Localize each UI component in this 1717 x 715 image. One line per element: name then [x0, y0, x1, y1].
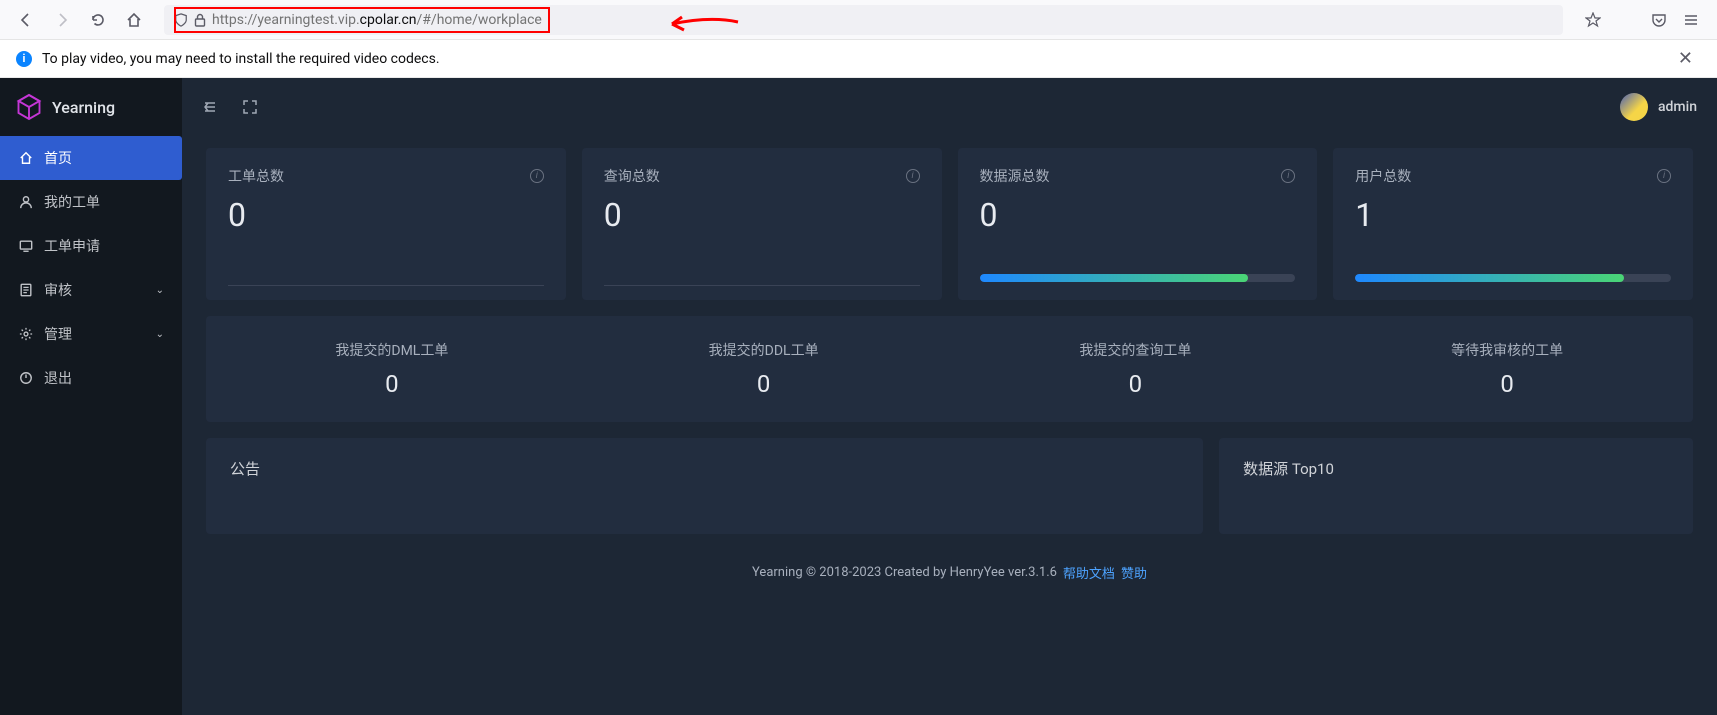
logout-icon — [18, 370, 34, 386]
footer: Yearning © 2018-2023 Created by HenryYee… — [206, 550, 1693, 594]
substat-label: 等待我审核的工单 — [1451, 340, 1563, 360]
stat-card-total-sources: 数据源总数 i 0 — [958, 148, 1318, 300]
info-icon[interactable]: i — [906, 169, 920, 183]
browser-toolbar: https://yearningtest.vip.cpolar.cn/#/hom… — [0, 0, 1717, 40]
home-button[interactable] — [120, 6, 148, 34]
forward-button[interactable] — [48, 6, 76, 34]
donate-link[interactable]: 赞助 — [1121, 563, 1147, 582]
stat-title: 用户总数 — [1355, 166, 1411, 186]
substat-row: 我提交的DML工单 0 我提交的DDL工单 0 我提交的查询工单 0 等待我审核… — [206, 316, 1693, 422]
topbar: admin — [182, 78, 1717, 136]
sidebar-item-home[interactable]: 首页 — [0, 136, 182, 180]
sidebar-item-label: 审核 — [44, 280, 72, 300]
username: admin — [1658, 99, 1697, 115]
stat-card-total-users: 用户总数 i 1 — [1333, 148, 1693, 300]
stat-title: 查询总数 — [604, 166, 660, 186]
chevron-down-icon: ⌄ — [156, 285, 164, 296]
info-icon[interactable]: i — [1281, 169, 1295, 183]
info-icon: i — [16, 51, 32, 67]
progress-bar — [980, 274, 1296, 282]
clipboard-icon — [18, 282, 34, 298]
user-menu[interactable]: admin — [1620, 93, 1697, 121]
home-icon — [18, 150, 34, 166]
bookmark-star-icon[interactable] — [1579, 6, 1607, 34]
sidebar-item-label: 首页 — [44, 148, 72, 168]
content: 工单总数 i 0 查询总数 i 0 数据源总数 i 0 用户总数 i 1 — [182, 136, 1717, 715]
stat-card-total-queries: 查询总数 i 0 — [582, 148, 942, 300]
avatar — [1620, 93, 1648, 121]
pocket-icon[interactable] — [1645, 6, 1673, 34]
sidebar-item-audit[interactable]: 审核 ⌄ — [0, 268, 182, 312]
url-text: https://yearningtest.vip.cpolar.cn/#/hom… — [212, 12, 542, 28]
substat-query: 我提交的查询工单 0 — [950, 316, 1322, 422]
stat-title: 工单总数 — [228, 166, 284, 186]
lock-icon — [194, 13, 206, 27]
substat-audit: 等待我审核的工单 0 — [1321, 316, 1693, 422]
app-menu-icon[interactable] — [1677, 6, 1705, 34]
stat-value: 0 — [228, 196, 544, 234]
sidebar-item-label: 退出 — [44, 368, 72, 388]
info-icon[interactable]: i — [530, 169, 544, 183]
app: Yearning 首页 我的工单 工单申请 审核 ⌄ 管理 — [0, 78, 1717, 715]
stat-card-total-orders: 工单总数 i 0 — [206, 148, 566, 300]
sidebar-item-label: 工单申请 — [44, 236, 100, 256]
menu: 首页 我的工单 工单申请 审核 ⌄ 管理 ⌄ 退出 — [0, 136, 182, 715]
sidebar-item-label: 我的工单 — [44, 192, 100, 212]
sidebar-item-apply[interactable]: 工单申请 — [0, 224, 182, 268]
info-icon[interactable]: i — [1657, 169, 1671, 183]
codec-message: To play video, you may need to install t… — [42, 51, 440, 67]
stat-value: 0 — [604, 196, 920, 234]
substat-label: 我提交的DDL工单 — [709, 340, 819, 360]
collapse-sidebar-icon[interactable] — [202, 99, 218, 115]
announcement-panel: 公告 — [206, 438, 1203, 534]
logo[interactable]: Yearning — [0, 78, 182, 136]
substat-value: 0 — [1129, 370, 1143, 398]
gear-icon — [18, 326, 34, 342]
substat-value: 0 — [757, 370, 771, 398]
reload-button[interactable] — [84, 6, 112, 34]
codec-notification: i To play video, you may need to install… — [0, 40, 1717, 78]
url-bar[interactable]: https://yearningtest.vip.cpolar.cn/#/hom… — [164, 5, 1563, 35]
main: admin 工单总数 i 0 查询总数 i 0 数据源总数 i 0 — [182, 78, 1717, 715]
top-sources-panel: 数据源 Top10 — [1219, 438, 1693, 534]
bottom-row: 公告 数据源 Top10 — [206, 438, 1693, 534]
fullscreen-icon[interactable] — [242, 99, 258, 115]
substat-dml: 我提交的DML工单 0 — [206, 316, 578, 422]
panel-title: 数据源 Top10 — [1243, 458, 1669, 479]
substat-value: 0 — [1500, 370, 1514, 398]
person-icon — [18, 194, 34, 210]
sidebar-item-label: 管理 — [44, 324, 72, 344]
chevron-down-icon: ⌄ — [156, 329, 164, 340]
substat-ddl: 我提交的DDL工单 0 — [578, 316, 950, 422]
stat-title: 数据源总数 — [980, 166, 1050, 186]
progress-bar — [1355, 274, 1671, 282]
copyright-text: Yearning © 2018-2023 Created by HenryYee… — [752, 565, 1057, 580]
stat-row: 工单总数 i 0 查询总数 i 0 数据源总数 i 0 用户总数 i 1 — [206, 148, 1693, 300]
close-icon[interactable]: ✕ — [1670, 48, 1701, 69]
stat-value: 1 — [1355, 196, 1671, 234]
back-button[interactable] — [12, 6, 40, 34]
logo-icon — [14, 92, 44, 122]
panel-title: 公告 — [230, 458, 1179, 479]
brand-text: Yearning — [52, 98, 115, 117]
substat-label: 我提交的查询工单 — [1079, 340, 1191, 360]
substat-value: 0 — [385, 370, 399, 398]
sidebar: Yearning 首页 我的工单 工单申请 审核 ⌄ 管理 — [0, 78, 182, 715]
stat-value: 0 — [980, 196, 1296, 234]
help-link[interactable]: 帮助文档 — [1063, 563, 1115, 582]
sidebar-item-my-orders[interactable]: 我的工单 — [0, 180, 182, 224]
shield-icon — [174, 13, 188, 27]
monitor-icon — [18, 238, 34, 254]
sidebar-item-logout[interactable]: 退出 — [0, 356, 182, 400]
substat-label: 我提交的DML工单 — [335, 340, 448, 360]
sidebar-item-manage[interactable]: 管理 ⌄ — [0, 312, 182, 356]
url-wrap: https://yearningtest.vip.cpolar.cn/#/hom… — [164, 5, 1563, 35]
